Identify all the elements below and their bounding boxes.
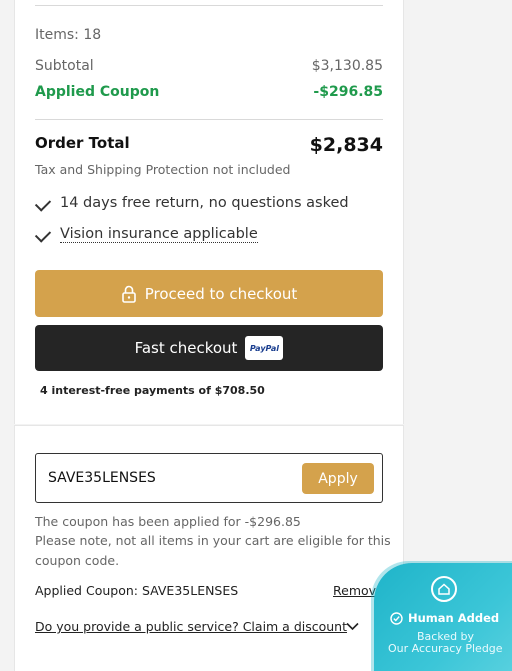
proceed-to-checkout-button[interactable]: Proceed to checkout <box>35 270 383 317</box>
order-total-label: Order Total <box>35 134 130 152</box>
order-total-value: $2,834 <box>309 134 383 156</box>
benefit-free-return: 14 days free return, no questions asked <box>60 195 349 211</box>
applied-coupon-label: Applied Coupon <box>35 84 160 100</box>
home-icon <box>431 576 457 602</box>
subtotal-label: Subtotal <box>35 58 94 74</box>
chevron-down-icon[interactable] <box>346 622 359 631</box>
lock-icon <box>121 285 136 303</box>
accuracy-pledge-badge[interactable]: Human Added Backed by Our Accuracy Pledg… <box>374 563 512 671</box>
fast-checkout-label: Fast checkout <box>134 339 238 357</box>
badge-line3: Our Accuracy Pledge <box>388 642 503 655</box>
check-circle-icon <box>390 612 403 625</box>
coupon-applied-message: The coupon has been applied for -$296.85 <box>35 514 301 529</box>
divider <box>35 5 383 6</box>
coupon-field: Apply <box>35 453 383 503</box>
items-count: Items: 18 <box>35 27 102 43</box>
coupon-note-line1: Please note, not all items in your cart … <box>35 533 391 548</box>
public-service-discount-link[interactable]: Do you provide a public service? Claim a… <box>35 619 347 634</box>
tax-note: Tax and Shipping Protection not included <box>35 162 291 177</box>
benefit-vision-insurance[interactable]: Vision insurance applicable <box>60 226 258 243</box>
badge-title: Human Added <box>408 611 500 625</box>
coupon-note-line2: coupon code. <box>35 553 120 568</box>
installments-note: 4 interest-free payments of $708.50 <box>40 384 265 397</box>
apply-coupon-button[interactable]: Apply <box>302 463 374 494</box>
divider <box>35 119 383 120</box>
paypal-logo: PayPal <box>245 336 284 360</box>
applied-coupon-code: Applied Coupon: SAVE35LENSES <box>35 583 239 598</box>
fast-checkout-paypal-button[interactable]: Fast checkout PayPal <box>35 325 383 371</box>
checkout-button-label: Proceed to checkout <box>144 284 298 303</box>
subtotal-value: $3,130.85 <box>311 58 383 74</box>
coupon-code-input[interactable] <box>48 466 298 490</box>
applied-coupon-value: -$296.85 <box>313 84 383 100</box>
